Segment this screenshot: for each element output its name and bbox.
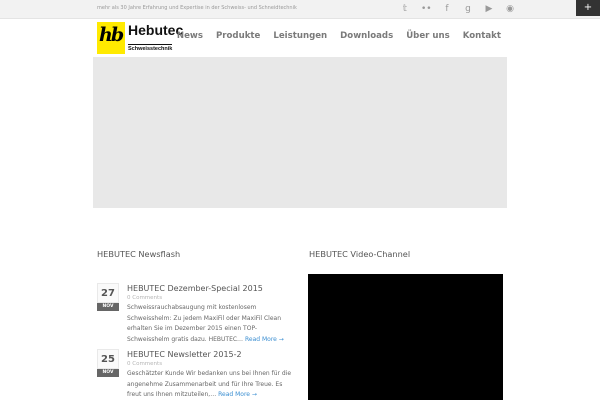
top-bar: mehr als 30 Jahre Erfahrung und Expertis…: [0, 0, 600, 19]
post-month: NOV: [97, 303, 119, 311]
nav-item-news[interactable]: News: [177, 31, 203, 41]
video-channel-title: HEBUTEC Video-Channel: [309, 249, 411, 259]
expand-icon[interactable]: +: [576, 0, 600, 16]
post-date: 25 NOV: [97, 349, 119, 377]
twitter-icon[interactable]: 𝕥: [400, 3, 410, 15]
nav-item-downloads[interactable]: Downloads: [340, 31, 393, 41]
post-day: 27: [97, 283, 119, 303]
tagline: mehr als 30 Jahre Erfahrung und Expertis…: [97, 5, 297, 11]
nav-item-leistungen[interactable]: Leistungen: [273, 31, 327, 41]
post-month: NOV: [97, 369, 119, 377]
post-body: HEBUTEC Dezember-Special 2015 0 Comments…: [127, 283, 297, 345]
logo-mark-text: hb: [99, 24, 124, 46]
youtube-icon[interactable]: ▶: [484, 3, 494, 15]
social-links: 𝕥 •• f g ▶ ◉: [400, 3, 515, 15]
hero-slider[interactable]: [93, 57, 507, 208]
post-excerpt: Geschätzter Kunde Wir bedanken uns bei I…: [127, 369, 297, 401]
read-more-link[interactable]: Read More →: [218, 391, 257, 398]
post-title-link[interactable]: HEBUTEC Dezember-Special 2015: [127, 283, 297, 294]
post-day: 25: [97, 349, 119, 369]
nav-item-produkte[interactable]: Produkte: [216, 31, 260, 41]
post-excerpt: Schweissrauchabsaugung mit kostenlosem S…: [127, 303, 297, 345]
post-comments-link[interactable]: 0 Comments: [127, 294, 297, 302]
site-logo[interactable]: hb Hebutec Schweisstechnik: [97, 22, 183, 56]
post-comments-link[interactable]: 0 Comments: [127, 360, 297, 368]
post-date: 27 NOV: [97, 283, 119, 311]
post-excerpt-text: Geschätzter Kunde Wir bedanken uns bei I…: [127, 370, 292, 398]
facebook-icon[interactable]: f: [442, 3, 452, 15]
logo-subtitle: Schweisstechnik: [128, 44, 173, 52]
rss-icon[interactable]: ◉: [505, 3, 515, 15]
post-title-link[interactable]: HEBUTEC Newsletter 2015-2: [127, 349, 297, 360]
nav-item-kontakt[interactable]: Kontakt: [463, 31, 501, 41]
main-nav: News Produkte Leistungen Downloads Über …: [177, 31, 501, 41]
video-player[interactable]: [308, 274, 503, 400]
nav-item-ueber-uns[interactable]: Über uns: [406, 31, 450, 41]
google-plus-icon[interactable]: g: [463, 3, 473, 15]
newsflash-title: HEBUTEC Newsflash: [97, 249, 181, 259]
flickr-icon[interactable]: ••: [421, 3, 432, 15]
read-more-link[interactable]: Read More →: [245, 336, 284, 343]
post-body: HEBUTEC Newsletter 2015-2 0 Comments Ges…: [127, 349, 297, 401]
logo-mark: hb: [97, 22, 125, 54]
logo-name: Hebutec: [128, 22, 184, 38]
